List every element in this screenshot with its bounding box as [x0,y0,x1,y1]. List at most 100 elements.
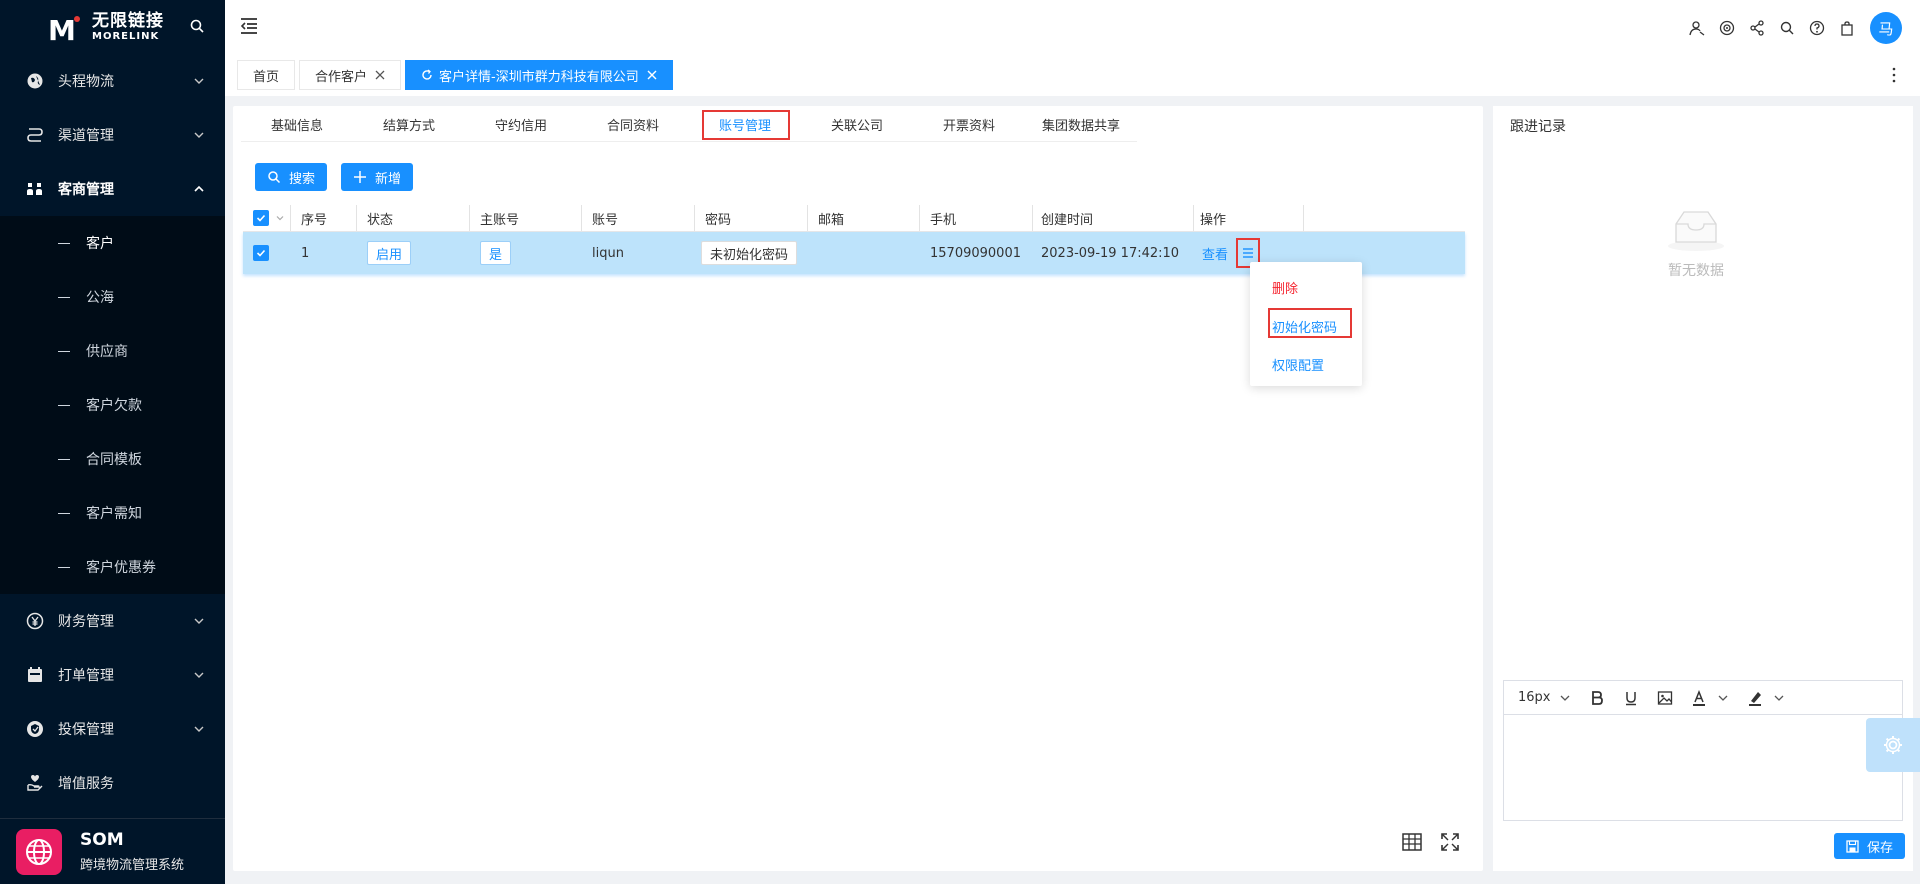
header-label: 创建时间 [1041,212,1094,228]
sidebar-item-order-printing[interactable]: 打单管理 [0,648,225,702]
calendar-icon [26,666,44,684]
cell-phone: 15709090001 [920,232,1033,274]
radar-icon[interactable] [1712,13,1742,43]
tab-account-management[interactable]: 账号管理 [689,106,801,142]
sidebar-item-value-added[interactable]: 增值服务 [0,756,225,810]
tab-basic-info[interactable]: 基础信息 [241,106,353,142]
tag-customer-detail[interactable]: 客户详情-深圳市群力科技有限公司 [405,60,673,90]
sidebar-item-label: 头程物流 [58,74,114,90]
main-account-badge: 是 [480,241,512,265]
add-button[interactable]: 新增 [341,163,414,191]
font-size-select[interactable]: 16px [1518,690,1571,705]
settings-float-button[interactable] [1866,718,1920,772]
user-switch-icon[interactable] [1682,13,1712,43]
sidebar-subitem-label: 客户 [86,236,114,252]
refresh-icon[interactable] [421,69,433,81]
permissions-menu-item[interactable]: 权限配置 [1272,355,1324,374]
fullscreen-icon[interactable] [1439,831,1461,853]
col-password: 密码 [695,205,808,231]
cell-account: liqun [582,232,695,274]
sidebar-subitem-label: 公海 [86,290,114,306]
bold-button[interactable] [1589,690,1605,706]
tab-group-data-share[interactable]: 集团数据共享 [1025,106,1137,142]
header-label: 邮箱 [818,212,845,228]
sidebar-item-first-leg-logistics[interactable]: 头程物流 [0,54,225,108]
search-icon [268,171,281,184]
tab-label: 结算方式 [382,118,435,134]
tab-contract[interactable]: 合同资料 [577,106,689,142]
page-tags: 首页 合作客户 客户详情-深圳市群力科技有限公司 [237,60,677,90]
tag-home[interactable]: 首页 [237,60,296,90]
sidebar-item-merchant-management[interactable]: 客商管理 [0,162,225,216]
help-icon[interactable] [1802,13,1832,43]
chevron-down-icon[interactable] [275,213,285,223]
sidebar-subitem-contract-template[interactable]: 合同模板 [0,432,225,486]
tab-credit[interactable]: 守约信用 [465,106,577,142]
tab-invoice[interactable]: 开票资料 [913,106,1025,142]
cell-status: 启用 [357,232,470,274]
chevron-down-icon [1718,695,1727,701]
editor-toolbar: 16px [1504,681,1902,715]
tag-partner-customers[interactable]: 合作客户 [299,60,402,90]
brand-footer: SOM 跨境物流管理系统 [0,818,225,884]
detail-tabs: 基础信息 结算方式 守约信用 合同资料 账号管理 关联公司 开票资料 集团数据共… [241,106,1137,142]
close-icon[interactable] [647,70,657,80]
empty-state: 暂无数据 [1656,206,1736,280]
delete-menu-item[interactable]: 删除 [1272,278,1298,297]
sidebar-item-label: 打单管理 [58,668,114,684]
sidebar-subitem-customer-notice[interactable]: 客户需知 [0,486,225,540]
empty-text: 暂无数据 [1668,263,1724,279]
sidebar-subitem-supplier[interactable]: 供应商 [0,324,225,378]
col-main-account: 主账号 [470,205,582,231]
highlight-color-button[interactable] [1747,690,1785,706]
more-vertical-icon[interactable] [1886,66,1902,84]
empty-inbox-icon [1668,211,1724,251]
route-icon [26,126,44,144]
view-link[interactable]: 查看 [1202,244,1228,263]
tab-label: 合同资料 [606,118,659,134]
header-label: 状态 [367,212,394,228]
sidebar-subitem-customer-debt[interactable]: 客户欠款 [0,378,225,432]
cell-text: 15709090001 [930,245,1021,261]
sidebar-item-channel-management[interactable]: 渠道管理 [0,108,225,162]
cell-text: 1 [301,245,310,261]
sidebar: M 无限链接 MORELINK 头程物流 渠道管理 客商管理 客户 公海 供应商… [0,0,225,884]
sidebar-subitem-public-pool[interactable]: 公海 [0,270,225,324]
row-checkbox[interactable] [253,245,269,261]
editor-content[interactable] [1504,715,1902,820]
search-icon[interactable] [1772,13,1802,43]
sidebar-item-finance[interactable]: 财务管理 [0,594,225,648]
init-password-menu-item[interactable]: 初始化密码 [1272,317,1337,336]
save-icon [1846,839,1859,853]
bag-icon[interactable] [1832,13,1862,43]
tabs-bar: 首页 合作客户 客户详情-深圳市群力科技有限公司 [225,54,1920,96]
tab-label: 集团数据共享 [1041,118,1120,134]
search-icon[interactable] [189,18,205,34]
sidebar-subitem-customer[interactable]: 客户 [0,216,225,270]
brand-title: SOM [80,830,124,850]
save-button[interactable]: 保存 [1833,833,1905,859]
search-button[interactable]: 搜索 [255,163,328,191]
dash-icon [58,512,70,514]
close-icon[interactable] [375,70,385,80]
table-tools [1385,831,1461,853]
sidebar-item-label: 增值服务 [58,776,114,792]
select-all-checkbox[interactable] [253,210,269,226]
logo-dot [74,16,80,22]
underline-button[interactable] [1623,690,1639,706]
table-columns-icon[interactable] [1401,831,1423,853]
sidebar-item-insurance[interactable]: 投保管理 [0,702,225,756]
image-button[interactable] [1657,690,1673,706]
menu-fold-icon[interactable] [239,16,259,36]
chevron-down-icon [1560,695,1569,701]
cell-password: 未初始化密码 [695,232,808,274]
panel-title: 跟进记录 [1510,119,1566,135]
tab-settlement[interactable]: 结算方式 [353,106,465,142]
avatar[interactable]: 马 [1870,12,1902,44]
logo-cn: 无限链接 [92,10,164,31]
share-icon[interactable] [1742,13,1772,43]
col-index: 序号 [291,205,357,231]
font-color-button[interactable] [1691,689,1729,706]
sidebar-subitem-customer-coupon[interactable]: 客户优惠券 [0,540,225,594]
tab-related-company[interactable]: 关联公司 [801,106,913,142]
